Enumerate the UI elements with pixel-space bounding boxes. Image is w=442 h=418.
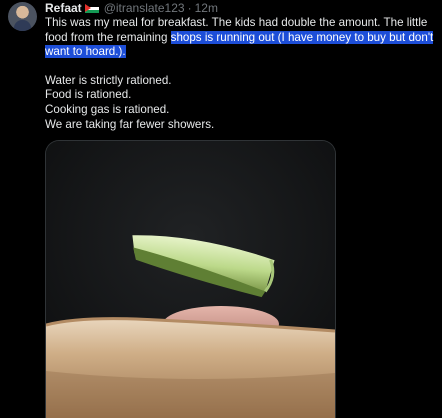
avatar[interactable] <box>8 2 37 31</box>
tweet-photo[interactable] <box>45 140 336 418</box>
timestamp[interactable]: 12m <box>195 0 218 16</box>
tweet-line: We are taking far fewer showers. <box>45 117 215 131</box>
tweet-line: Food is rationed. <box>45 88 132 102</box>
author-handle[interactable]: @itranslate123 <box>104 0 185 16</box>
tweet-paragraph: This was my meal for breakfast. The kids… <box>45 16 435 60</box>
meal-photo <box>46 141 335 418</box>
tweet-line: Water is strictly rationed. <box>45 73 172 87</box>
separator: · <box>187 1 192 15</box>
tweet-header: Refaat @itranslate123 · 12m <box>45 0 218 16</box>
palestinian-flag-icon <box>84 3 99 13</box>
tweet-text: This was my meal for breakfast. The kids… <box>45 16 435 132</box>
tweet-line: Cooking gas is rationed. <box>45 102 170 116</box>
author-name[interactable]: Refaat <box>45 0 82 16</box>
tweet[interactable]: Refaat @itranslate123 · 12m This was my … <box>0 0 442 418</box>
